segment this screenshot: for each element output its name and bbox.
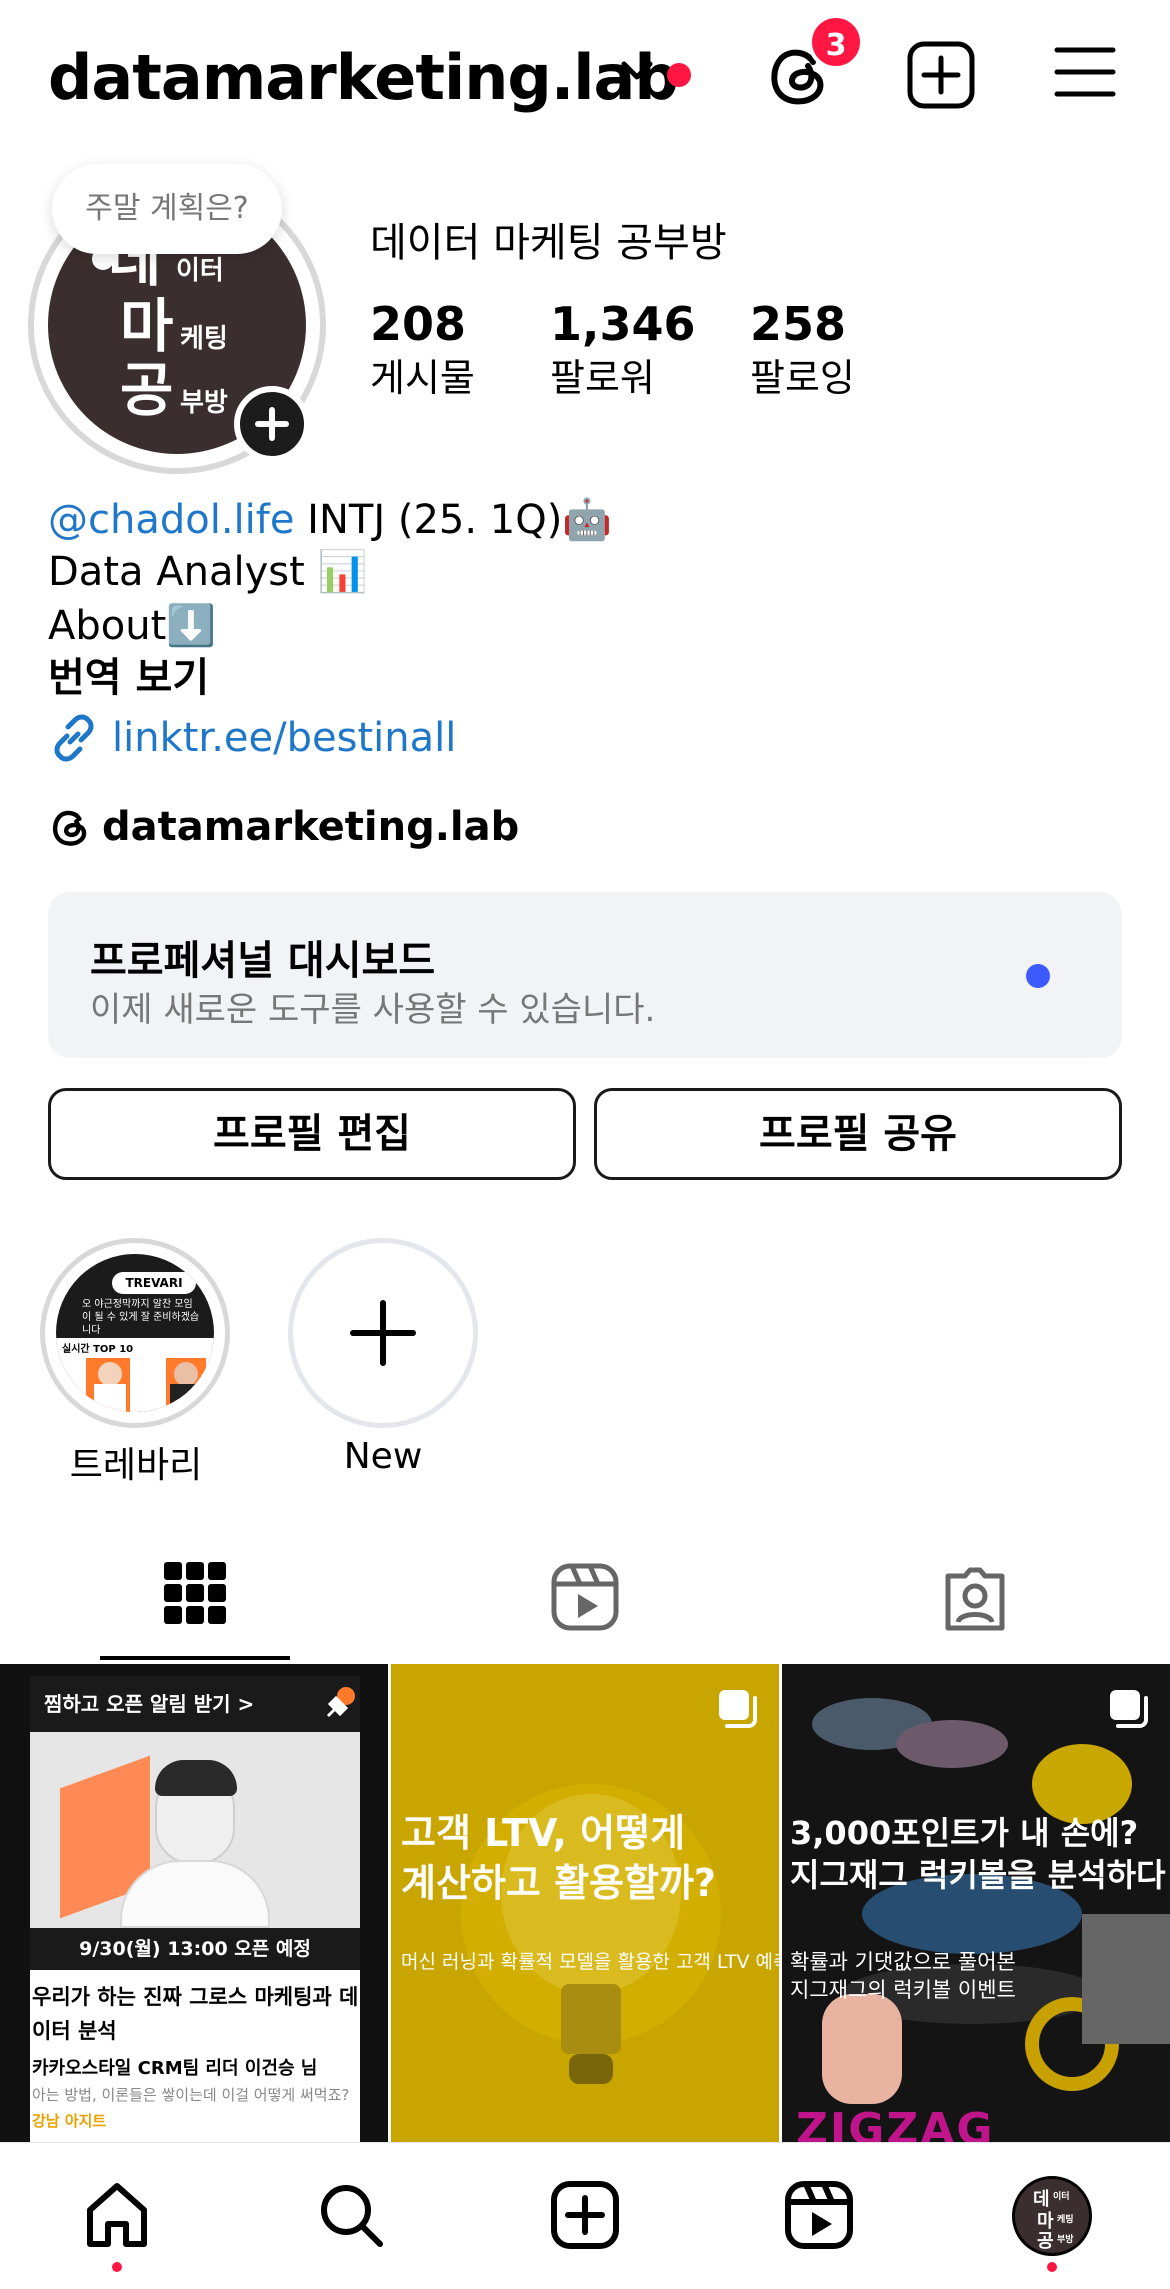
post-title: 계산하고 활용할까?	[401, 1861, 716, 1905]
post-location: 강남 아지트	[32, 2112, 107, 2130]
avatar-text: 케팅	[180, 324, 228, 354]
bio-line: About⬇️	[48, 603, 217, 649]
stat-posts[interactable]: 208 게시물	[370, 296, 475, 404]
thumb-rank-title: 실시간 TOP 10	[62, 1344, 134, 1355]
post-title: 지그재그 럭키볼을 분석하다	[790, 1856, 1166, 1894]
link-icon	[48, 712, 100, 764]
stat-label: 게시물	[370, 356, 475, 400]
chevron-down-icon[interactable]	[620, 60, 654, 82]
profile-tab-avatar[interactable]: 데 이터 마 케팅 공 부방	[1012, 2176, 1092, 2256]
post-subtitle: 지그재그의 럭키볼 이벤트	[790, 1978, 1016, 2002]
highlight-thumbnail: TREVARI 오 야근정막까지 알찬 모임이 될 수 있게 잘 준비하겠습니다…	[56, 1254, 214, 1412]
account-notification-dot	[667, 63, 691, 87]
link-text: linktr.ee/bestinall	[112, 715, 457, 761]
stat-value: 208	[370, 297, 467, 351]
reels-icon[interactable]	[784, 2180, 854, 2250]
highlight-label: New	[343, 1436, 423, 1477]
carousel-icon	[715, 1686, 759, 1730]
display-name: 데이터 마케팅 공부방	[370, 220, 727, 266]
search-icon[interactable]	[316, 2180, 386, 2250]
create-post-icon[interactable]	[906, 40, 976, 110]
active-tab-indicator	[100, 1656, 290, 1660]
post-subtitle: 머신 러닝과 확률적 모델을 활용한 고객 LTV 예측	[401, 1951, 779, 1973]
menu-icon[interactable]	[1054, 44, 1116, 100]
avatar-text: 공	[1037, 2231, 1054, 2252]
bio-text: INTJ (25. 1Q)🤖	[294, 497, 613, 543]
post-desc: 아는 방법, 이론들은 쌓이는데 이걸 어떻게 써먹죠?	[32, 2086, 350, 2104]
share-profile-button[interactable]: 프로필 공유	[594, 1088, 1122, 1180]
avatar-text: 케팅	[1057, 2215, 1074, 2225]
reels-tab-icon[interactable]	[550, 1562, 620, 1632]
post-title: 3,000포인트가 내 손에?	[790, 1814, 1139, 1852]
threads-handle: datamarketing.lab	[102, 804, 520, 850]
thumb-caption: 오 야근정막까지 알찬 모임이 될 수 있게 잘 준비하겠습니다	[82, 1299, 200, 1336]
threads-notification-badge: 3	[808, 14, 864, 70]
dashboard-new-dot	[1026, 964, 1050, 988]
thumb-brand: TREVARI	[112, 1272, 196, 1294]
stat-value: 1,346	[550, 297, 696, 351]
profile-notification-dot	[1047, 2262, 1057, 2272]
create-icon[interactable]	[550, 2180, 620, 2250]
avatar-text: 이터	[1053, 2192, 1070, 2202]
add-story-button[interactable]	[234, 386, 310, 462]
post-date: 9/30(월) 13:00 오픈 예정	[30, 1928, 360, 1970]
stat-label: 팔로잉	[750, 356, 855, 400]
tagged-tab-icon[interactable]	[940, 1566, 1010, 1632]
avatar-text: 마	[120, 292, 174, 360]
account-username[interactable]: datamarketing.lab	[48, 38, 679, 118]
avatar-text: 공	[120, 356, 174, 424]
highlight-label: 트레바리	[69, 1445, 203, 1486]
post-watermark: ZIGZAG	[796, 2104, 995, 2142]
post-image	[30, 1732, 360, 1928]
bio-mention-link[interactable]: @chadol.life	[48, 497, 294, 543]
stat-followers[interactable]: 1,346 팔로워	[550, 296, 696, 404]
grid-tab-icon[interactable]	[164, 1562, 226, 1624]
dashboard-title: 프로페셔널 대시보드	[90, 938, 436, 984]
post-banner: 찜하고 오픈 알림 받기 >	[30, 1676, 360, 1732]
stat-following[interactable]: 258 팔로잉	[750, 296, 855, 404]
edit-profile-button[interactable]: 프로필 편집	[48, 1088, 576, 1180]
post-subtitle: 확률과 기댓값으로 풀어본	[790, 1950, 1016, 1974]
home-notification-dot	[112, 2262, 122, 2272]
avatar-text: 부방	[180, 388, 228, 418]
threads-profile-link[interactable]: datamarketing.lab	[48, 802, 519, 850]
home-icon[interactable]	[82, 2180, 152, 2250]
new-highlight-button[interactable]	[288, 1238, 478, 1428]
post-thumbnail[interactable]: 3,000포인트가 내 손에? 지그재그 럭키볼을 분석하다 확률과 기댓값으로…	[782, 1664, 1170, 2142]
external-link[interactable]: linktr.ee/bestinall	[48, 712, 456, 764]
bio-line: Data Analyst 📊	[48, 549, 368, 595]
pin-icon	[318, 1686, 358, 1726]
bio-line: @chadol.life INTJ (25. 1Q)🤖	[48, 494, 612, 546]
dashboard-subtitle: 이제 새로운 도구를 사용할 수 있습니다.	[90, 990, 656, 1030]
post-title: 우리가 하는 진짜 그로스 마케팅과 데이터 분석	[32, 1985, 359, 2043]
post-speaker: 카카오스타일 CRM팀 리더 이건승 님	[32, 2058, 318, 2079]
post-title: 고객 LTV, 어떻게	[401, 1811, 686, 1855]
threads-icon	[48, 805, 92, 849]
stat-value: 258	[750, 297, 847, 351]
avatar-text: 이터	[176, 256, 224, 286]
translate-link[interactable]: 번역 보기	[48, 652, 209, 704]
post-thumbnail[interactable]: 고객 LTV, 어떻게 계산하고 활용할까? 머신 러닝과 확률적 모델을 활용…	[391, 1664, 779, 2142]
carousel-icon	[1106, 1686, 1150, 1730]
profile-note[interactable]: 주말 계획은?	[52, 164, 282, 254]
stat-label: 팔로워	[550, 356, 655, 400]
avatar-text: 부방	[1057, 2235, 1074, 2245]
